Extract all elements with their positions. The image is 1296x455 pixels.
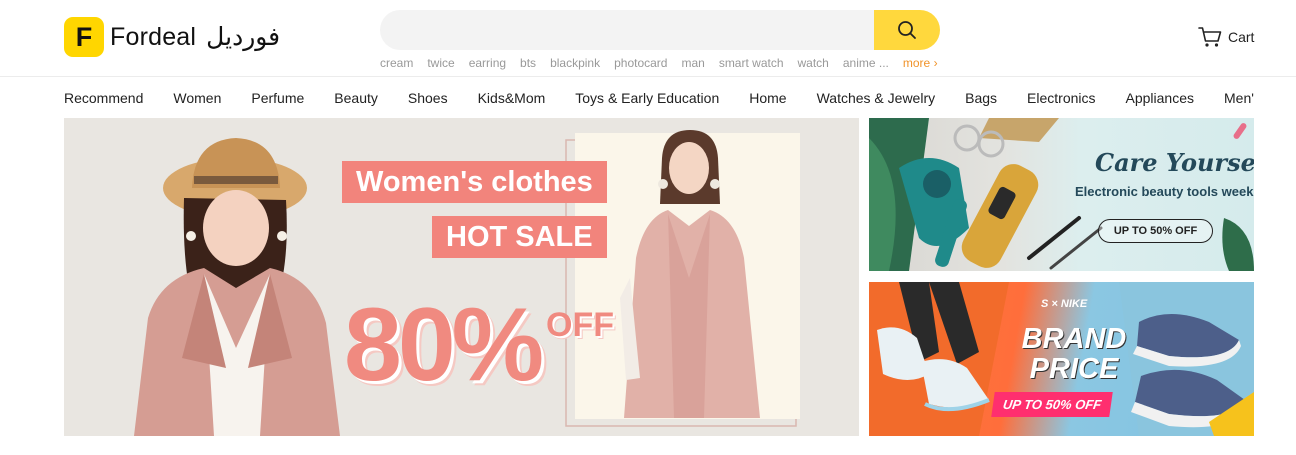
hot-word[interactable]: cream: [380, 56, 413, 70]
logo-wordmark: Fordeal: [110, 22, 197, 51]
hero-title: Women's clothes: [342, 161, 607, 203]
hot-word[interactable]: anime ...: [843, 56, 889, 70]
beauty-tools-banner[interactable]: Care Yourself Electronic beauty tools we…: [869, 118, 1254, 271]
brand-price-title: BRAND PRICE: [1021, 323, 1127, 385]
cart-icon: [1198, 27, 1222, 47]
search-button[interactable]: [874, 10, 940, 50]
hero-discount-percent: 80%: [344, 287, 544, 403]
search-input[interactable]: [380, 10, 880, 50]
category-nav: Recommend Women Perfume Beauty Shoes Kid…: [64, 78, 1256, 118]
nav-item-kids-mom[interactable]: Kids&Mom: [478, 90, 546, 106]
hot-words-more-link[interactable]: more ›: [903, 56, 938, 70]
nav-item-home[interactable]: Home: [749, 90, 786, 106]
cart-button[interactable]: Cart: [1198, 26, 1254, 48]
hero-banner[interactable]: Women's clothes HOT SALE 80% OFF: [64, 118, 859, 436]
hero-discount-off: OFF: [546, 306, 614, 344]
fordeal-logo[interactable]: F Fordeal فورديل: [64, 16, 280, 58]
nav-item-toys[interactable]: Toys & Early Education: [575, 90, 719, 106]
search-bar: [380, 10, 940, 50]
cart-label: Cart: [1228, 29, 1255, 45]
beauty-banner-cta[interactable]: UP TO 50% OFF: [1098, 219, 1213, 243]
header: F Fordeal فورديل cream twice earring bts…: [0, 0, 1296, 77]
hot-word[interactable]: photocard: [614, 56, 667, 70]
nav-item-shoes[interactable]: Shoes: [408, 90, 448, 106]
beauty-banner-subtitle: Electronic beauty tools week: [1075, 184, 1254, 199]
logo-badge: F: [64, 17, 104, 57]
hot-search-words: cream twice earring bts blackpink photoc…: [380, 56, 952, 70]
hero-subtitle: HOT SALE: [432, 216, 607, 258]
nav-item-men[interactable]: Men': [1224, 90, 1254, 106]
hot-word[interactable]: man: [681, 56, 704, 70]
nav-item-watches-jewelry[interactable]: Watches & Jewelry: [817, 90, 936, 106]
brand-partners-logo: S × NIKE: [1041, 298, 1088, 310]
nav-item-women[interactable]: Women: [173, 90, 221, 106]
logo-wordmark-arabic: فورديل: [206, 23, 281, 51]
nav-item-bags[interactable]: Bags: [965, 90, 997, 106]
hot-word[interactable]: watch: [798, 56, 829, 70]
beauty-banner-title: Care Yourself: [1095, 148, 1254, 177]
hot-word[interactable]: twice: [427, 56, 454, 70]
hot-word[interactable]: earring: [469, 56, 506, 70]
hot-word[interactable]: bts: [520, 56, 536, 70]
hot-word[interactable]: blackpink: [550, 56, 600, 70]
brand-price-promo[interactable]: UP TO 50% OFF: [991, 392, 1114, 417]
nav-item-recommend[interactable]: Recommend: [64, 90, 143, 106]
nav-item-beauty[interactable]: Beauty: [334, 90, 378, 106]
search-icon: [898, 21, 916, 39]
brand-price-banner[interactable]: S × NIKE BRAND PRICE UP TO 50% OFF: [869, 282, 1254, 436]
nav-item-perfume[interactable]: Perfume: [251, 90, 304, 106]
hot-word[interactable]: smart watch: [719, 56, 784, 70]
nav-item-appliances[interactable]: Appliances: [1126, 90, 1195, 106]
nav-item-electronics[interactable]: Electronics: [1027, 90, 1095, 106]
